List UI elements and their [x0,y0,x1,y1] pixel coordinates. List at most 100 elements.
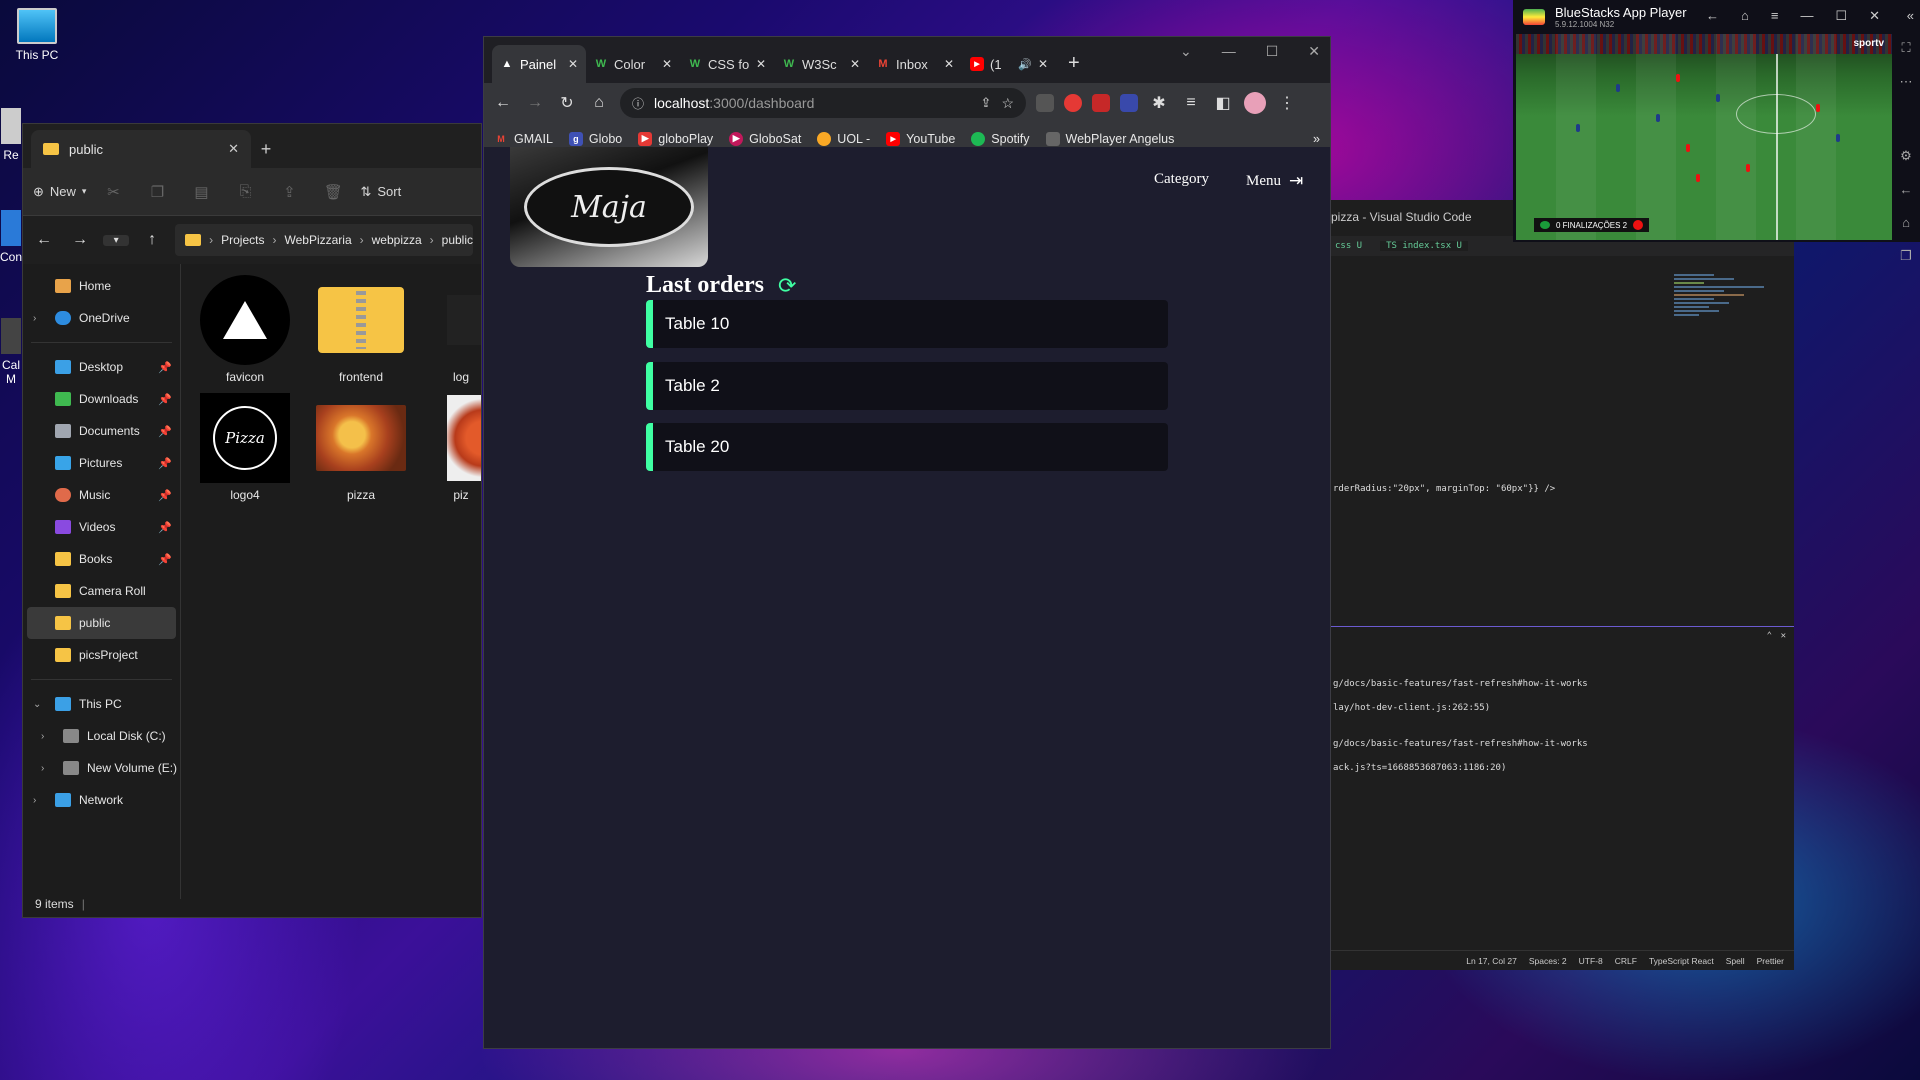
football-match-video[interactable]: sportv 0 FINALIZAÇÕES 2 [1516,34,1892,240]
share-icon[interactable]: ⇪ [272,178,306,206]
new-button[interactable]: ⊕ New ▾ [33,184,86,200]
sidebar-item-network[interactable]: › Network [23,784,180,816]
sidebar-item-downloads[interactable]: Downloads 📌 [23,383,180,415]
recent-dropdown-icon[interactable]: ▾ [103,234,130,246]
bookmark-youtube[interactable]: ▶ YouTube [886,131,955,146]
terminal-panel[interactable]: ⌃ ✕ g/docs/basic-features/fast-refresh#h… [1331,626,1794,956]
vscode-tab[interactable]: css U [1335,241,1362,251]
explorer-tab[interactable]: public ✕ [31,130,251,168]
bookmark-uol[interactable]: UOL - [817,131,870,146]
bookmark-spotify[interactable]: Spotify [971,131,1030,146]
kebab-menu-icon[interactable]: ⋮ [1276,93,1298,113]
status-language[interactable]: TypeScript React [1649,956,1714,966]
hamburger-menu-icon[interactable]: ≡ [1771,8,1779,24]
close-icon[interactable]: ✕ [944,57,954,71]
status-prettier[interactable]: Prettier [1757,956,1784,966]
file-item[interactable]: favicon [197,274,293,384]
reload-icon[interactable]: ↻ [556,93,578,113]
avatar[interactable] [1244,92,1266,114]
nav-menu-link[interactable]: Menu ⇥ [1246,171,1303,191]
browser-tab[interactable]: W CSS fo ✕ [680,45,774,83]
bookmark-webplayer[interactable]: WebPlayer Angelus [1045,131,1174,146]
close-icon[interactable]: ✕ [850,57,860,71]
desktop-icon-recycle[interactable]: Re [0,108,22,162]
status-eol[interactable]: CRLF [1615,956,1637,966]
sidebar-item-documents[interactable]: Documents 📌 [23,415,180,447]
status-spaces[interactable]: Spaces: 2 [1529,956,1567,966]
status-spell[interactable]: Spell [1726,956,1745,966]
file-item[interactable]: pizza [313,392,409,502]
file-item[interactable]: Pizza logo4 [197,392,293,502]
sidebar-item-pictures[interactable]: Pictures 📌 [23,447,180,479]
forward-arrow-icon[interactable]: → [524,94,546,112]
breadcrumb-item[interactable]: Projects [221,233,264,247]
close-icon[interactable]: ✕ [1781,631,1786,641]
puzzle-icon[interactable]: ✱ [1148,93,1170,113]
sidebar-item-home[interactable]: Home [23,270,180,302]
reading-list-icon[interactable]: ≡ [1180,94,1202,112]
delete-icon[interactable]: 🗑 [316,178,350,206]
close-icon[interactable]: ✕ [1308,43,1320,60]
home-icon[interactable]: ⌂ [1741,8,1749,24]
logout-icon[interactable]: ⇥ [1289,171,1303,191]
sidebar-item-desktop[interactable]: Desktop 📌 [23,351,180,383]
browser-tab[interactable]: ▶ (1 🔊 ✕ [962,45,1056,83]
status-cursor[interactable]: Ln 17, Col 27 [1466,956,1517,966]
desktop-icon-calc[interactable]: Cal M [0,318,22,386]
maja-logo[interactable]: Maja [510,147,708,267]
sidebar-item-onedrive[interactable]: › OneDrive [23,302,180,334]
file-item[interactable]: log [431,274,481,384]
sidebar-item-music[interactable]: Music 📌 [23,479,180,511]
up-arrow-icon[interactable]: ↑ [139,231,165,249]
maximize-icon[interactable]: ☐ [1266,43,1279,60]
address-bar[interactable]: ⓘ localhost:3000/dashboard ⇪ ☆ [620,88,1026,118]
close-icon[interactable]: ✕ [568,57,578,71]
fullscreen-icon[interactable]: ⛶ [1901,40,1910,56]
sidebar-item-public[interactable]: public [27,607,176,639]
sidebar-item-new-volume[interactable]: › New Volume (E:) [23,752,180,784]
browser-tab[interactable]: M Inbox ✕ [868,45,962,83]
browser-tab[interactable]: W Color ✕ [586,45,680,83]
extension-red-icon[interactable] [1064,94,1082,112]
browser-tab[interactable]: ▲ Painel ✕ [492,45,586,83]
file-item[interactable]: piz [431,392,481,502]
info-icon[interactable]: ⓘ [632,95,644,112]
forward-arrow-icon[interactable]: → [67,231,93,249]
close-icon[interactable]: ✕ [1869,8,1880,24]
bookmark-star-icon[interactable]: ☆ [1001,95,1014,112]
home-icon[interactable]: ⌂ [588,94,610,112]
breadcrumb-item[interactable]: public [442,233,473,247]
file-item[interactable]: frontend [313,274,409,384]
code-line[interactable]: rderRadius:"20px", marginTop: "60px"}} /… [1333,484,1555,494]
back-arrow-icon[interactable]: ← [492,94,514,112]
desktop-icon-control[interactable]: Con [0,210,22,264]
bookmarks-overflow-icon[interactable]: » [1313,132,1320,146]
sidebar-item-videos[interactable]: Videos 📌 [23,511,180,543]
sidebar-item-local-disk[interactable]: › Local Disk (C:) [23,720,180,752]
minimap[interactable] [1674,272,1784,352]
settings-gear-icon[interactable]: ⚙ [1900,148,1912,164]
sidebar-item-camera-roll[interactable]: Camera Roll [23,575,180,607]
side-panel-icon[interactable]: ◧ [1212,93,1234,113]
close-icon[interactable]: ✕ [228,141,239,157]
extension-icon[interactable] [1036,94,1054,112]
home-icon[interactable]: ⌂ [1902,215,1910,230]
close-icon[interactable]: ✕ [662,57,672,71]
status-encoding[interactable]: UTF-8 [1579,956,1603,966]
browser-tab[interactable]: W W3Sc ✕ [774,45,868,83]
bookmark-globoplay[interactable]: ▶ globoPlay [638,131,713,146]
order-item[interactable]: Table 10 [646,300,1168,348]
extension-icon[interactable] [1120,94,1138,112]
sort-button[interactable]: ⇅ Sort [360,184,401,200]
back-arrow-icon[interactable]: ← [31,231,57,249]
bookmark-globosat[interactable]: ▶ GloboSat [729,131,801,146]
vscode-tab[interactable]: TS index.tsx U [1380,241,1468,251]
tab-search-icon[interactable]: ⌄ [1180,43,1192,60]
sidebar-item-books[interactable]: Books 📌 [23,543,180,575]
new-tab-button[interactable]: + [251,139,281,168]
recent-apps-icon[interactable]: ❐ [1900,248,1912,264]
close-icon[interactable]: ✕ [1038,57,1048,71]
rename-icon[interactable]: ⎘ [228,178,262,206]
minimize-icon[interactable]: — [1800,8,1813,24]
back-arrow-icon[interactable]: ← [1900,182,1913,197]
